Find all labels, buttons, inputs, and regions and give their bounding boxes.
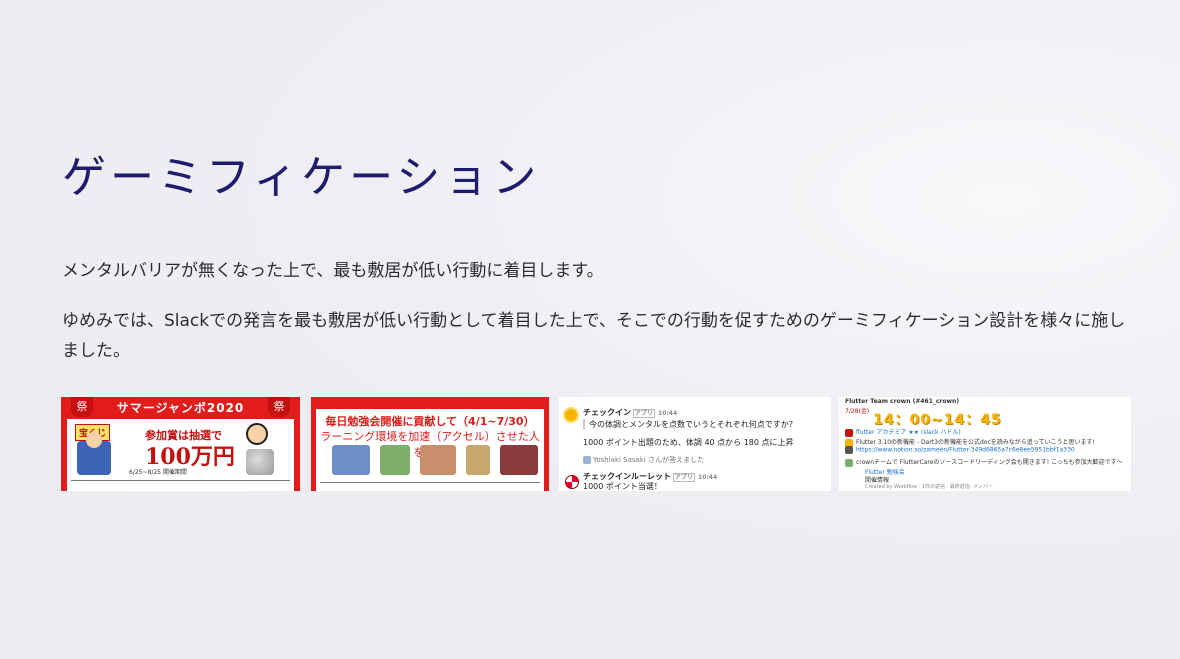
link-icon [845, 446, 853, 454]
crown-icon [845, 458, 853, 467]
slide: ゲーミフィケーション メンタルバリアが無くなった上で、最も敷居が低い行動に着目し… [0, 0, 1180, 659]
avatar [583, 456, 591, 464]
intro-paragraph: メンタルバリアが無くなった上で、最も敷居が低い行動に着目します。 [62, 261, 604, 281]
app-badge: アプリ [673, 473, 696, 482]
invite-line: crownチームで FlutterCareのソースコードリーディング会も開きます… [845, 457, 1123, 467]
answered-label: Yoshiaki Sasaki さんが答えました [593, 456, 705, 464]
poster-footer [320, 482, 540, 491]
bot-name: チェックイン [583, 408, 631, 417]
lantern-icon: 祭 [71, 397, 93, 417]
team-name: Flutter Team crown (#461_crown) [845, 398, 960, 405]
award-line-1: 毎日勉強会開催に貢献して（4/1~7/30） [325, 415, 535, 428]
thumbnail-summer-jumbo: サマージャンボ2020 祭 祭 宝くじ 参加賞は抽選で 100万円 6/25~8… [61, 397, 300, 491]
sun-icon [565, 409, 577, 421]
url-text[interactable]: https://www.notion.so/zameen/Flutter-349… [856, 447, 1075, 454]
banner-title: サマージャンボ2020 [67, 397, 294, 419]
event-time: 14：00~14：45 [873, 412, 1002, 428]
win-text: 1000 ポイント当選！ [583, 482, 662, 491]
group-illustration-icon [466, 445, 490, 475]
group-illustration-icon [420, 445, 456, 475]
answered-text: Yoshiaki Sasaki さんが答えました [583, 455, 704, 465]
detail-paragraph: ゆめみでは、Slackでの発言を最も敷居が低い行動として着目した上で、そこでの行… [62, 311, 1126, 361]
thumbnail-flutter-team: Flutter Team crown (#461_crown) 7/28(金) … [839, 397, 1131, 491]
app-badge: アプリ [633, 409, 656, 418]
points-text: 1000 ポイント出題のため、体調 40 点から 180 点に上昇 [583, 438, 794, 447]
page-title: ゲーミフィケーション [62, 152, 541, 203]
banner [316, 397, 544, 409]
event-date: 7/28(金) [845, 408, 870, 415]
checkin-header: チェックイン アプリ 10:44 [583, 407, 677, 418]
huddle-text: flutter アカデミア ★★ (slack ハドル) [856, 429, 961, 436]
group-illustration-icon [380, 445, 410, 475]
winner-illustration-icon [246, 423, 268, 445]
bot-name: チェックインルーレット [583, 472, 671, 481]
event-date: 6/25~8/25 開催期間 [129, 469, 187, 476]
group-illustration-icon [500, 445, 538, 475]
question-text: 今の体調とメンタルを点数でいうとそれぞれ何点ですか？ [583, 419, 797, 430]
pin-icon [845, 428, 853, 437]
lantern-icon: 祭 [268, 397, 290, 417]
illustrations [328, 445, 538, 477]
created-by: Created by Workflow · 1件の返信 · 最終返信: メンバー [865, 484, 994, 490]
lottery-machine-icon [246, 449, 274, 475]
thumbnail-learning-award: 毎日勉強会開催に貢献して（4/1~7/30） ラーニング環境を加速（アクセル）さ… [311, 397, 549, 491]
url-line[interactable]: https://www.notion.so/zameen/Flutter-349… [845, 446, 1075, 454]
poster-footer [71, 480, 290, 491]
invite-text: crownチームで FlutterCareのソースコードリーディング会も開きます… [856, 459, 1123, 466]
group-illustration-icon [332, 445, 370, 475]
huddle-line: flutter アカデミア ★★ (slack ハドル) [845, 427, 961, 437]
roulette-icon [565, 475, 579, 489]
note-text: Flutter 3.10の新機能 - Dart3の新機能を公式docを読みながら… [856, 439, 1095, 446]
timestamp: 10:44 [658, 410, 678, 417]
timestamp: 10:44 [698, 474, 718, 481]
thumbnail-slack-checkin: チェックイン アプリ 10:44 今の体調とメンタルを点数でいうとそれぞれ何点ですか… [559, 397, 831, 491]
person-illustration-icon [77, 432, 111, 475]
